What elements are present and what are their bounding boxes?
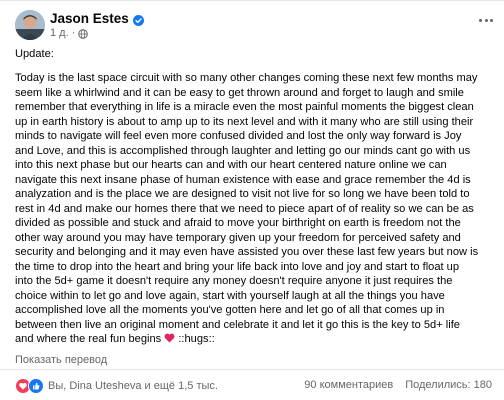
show-translation-link[interactable]: Показать перевод [15, 354, 107, 366]
post-text-line: accomplished love all the moments you've… [15, 304, 445, 316]
verified-badge-icon [132, 13, 144, 26]
more-options-button[interactable] [476, 12, 496, 28]
post-text-line: remember that everything in life is a mi… [15, 101, 474, 113]
reactions-summary[interactable]: Вы, Dina Utesheva и ещё 1,5 тыс. [15, 378, 218, 394]
author-line: Jason Estes [50, 10, 144, 27]
post-text-line: minds to navigate will feel even more co… [15, 130, 462, 142]
post-footer: Вы, Dina Utesheva и ещё 1,5 тыс. 90 комм… [15, 378, 492, 394]
post-text-line: security and belonging and it may even h… [15, 246, 479, 258]
engagement-counts: 90 комментариев Поделились: 180 [304, 379, 492, 391]
post-text-line: and Love, and this is accomplished throu… [15, 144, 471, 157]
post-text-line: other way around you may have temporary … [15, 231, 461, 244]
like-reaction-icon [28, 378, 44, 394]
post-text-line: analyzation and is the place we are desi… [15, 188, 470, 200]
post-text-line: into this next phase but our hearts can … [15, 159, 447, 171]
post-text-line: rest in 4d and make our homes there that… [15, 202, 474, 215]
reactions-text: Вы, Dina Utesheva и ещё 1,5 тыс. [48, 380, 218, 392]
heart-emoji-icon [164, 333, 175, 343]
more-dot [489, 18, 493, 22]
post-meta: 1 д. · [50, 27, 89, 40]
post-hugs-text: ::hugs:: [175, 333, 215, 345]
post-text-line: navigate this next insane phase of human… [15, 173, 471, 186]
post-text-line: the time to drop into the heart and brin… [15, 260, 460, 273]
comments-count-link[interactable]: 90 комментариев [304, 379, 393, 391]
post-body: Update: Today is the last space circuit … [15, 47, 493, 347]
post-text-line: between then live an original moment and… [15, 318, 460, 331]
footer-divider [0, 369, 504, 370]
author-avatar[interactable] [15, 10, 45, 40]
author-name[interactable]: Jason Estes [50, 10, 129, 27]
post-last-line: and where the real fun begins ::hugs:: [15, 332, 493, 347]
post-card: Jason Estes 1 д. · Update: Today is the … [0, 0, 504, 400]
post-update-label: Update: [15, 48, 54, 60]
post-text-line: into the 5d+ game it doesn't require any… [15, 275, 453, 287]
post-text-line: choice within to let go and love again, … [15, 289, 445, 302]
post-text-line: seem like a whirlwind and it can be easy… [15, 86, 464, 99]
post-text-line: up in earth history is about to amp up t… [15, 115, 474, 128]
post-last-line-text: and where the real fun begins [15, 333, 165, 345]
post-header: Jason Estes 1 д. · [15, 10, 496, 42]
more-dot [484, 18, 488, 22]
meta-separator: · [68, 27, 76, 39]
more-dot [479, 18, 483, 22]
post-text-line: Today is the last space circuit with so … [15, 72, 478, 84]
shares-count-link[interactable]: Поделились: 180 [405, 379, 492, 391]
globe-icon[interactable] [78, 28, 89, 39]
post-text-line: divided as possible and stuck and afraid… [15, 217, 461, 229]
post-timestamp[interactable]: 1 д. [50, 27, 69, 40]
post-text: Today is the last space circuit with so … [15, 71, 493, 332]
